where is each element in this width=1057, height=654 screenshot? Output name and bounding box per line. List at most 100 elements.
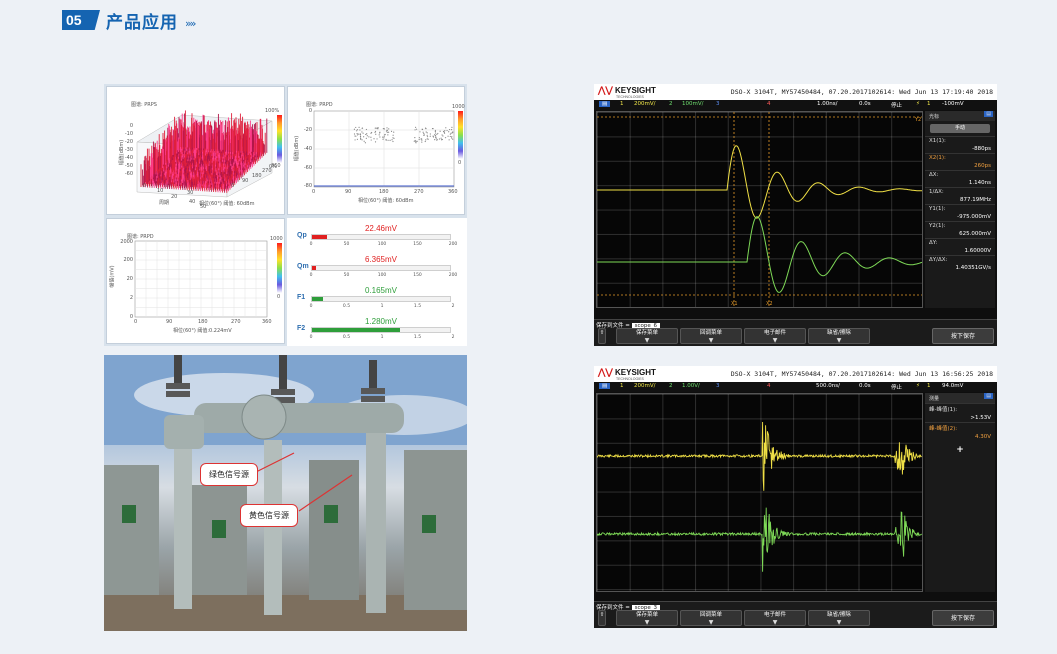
prps-xlabel: 相位(60°) 阈值: 60dBm — [199, 201, 255, 207]
gauge-fill — [312, 235, 328, 239]
scope-status-bar: ▤ 1 200mV/ 2 100mV/ 3 4 1.00ns/ 0.0s 停止 … — [594, 100, 997, 110]
prpd-point — [376, 138, 378, 140]
readout-value: 260ps — [974, 163, 991, 169]
prps-colorbar-max: 100% — [265, 108, 280, 114]
prpd-point — [356, 133, 358, 135]
add-measurement-button[interactable]: + — [925, 445, 995, 455]
gauge-tick: 1.5 — [413, 304, 422, 309]
prpd-point — [432, 135, 434, 137]
prps-xtick: 40 — [189, 199, 196, 205]
delay[interactable]: 0.0s — [859, 383, 871, 389]
prps-ytick: -60 — [124, 171, 133, 177]
scope-graticule — [596, 393, 923, 592]
prpd-point — [414, 139, 416, 142]
ch3-label[interactable]: 3 — [716, 101, 720, 107]
prpd-point — [443, 132, 446, 134]
cursor-y2-marker[interactable]: Y2 — [914, 117, 921, 123]
ch1-scale[interactable]: 200mV/ — [634, 383, 655, 389]
ch1-scale[interactable]: 200mV/ — [634, 101, 655, 107]
prpd2-xtick: 90 — [166, 319, 173, 325]
prpd-point — [393, 137, 395, 139]
gauge-bar — [311, 296, 451, 302]
menu-icon[interactable]: ▤ — [984, 111, 993, 117]
trigger-channel[interactable]: 1 — [927, 383, 931, 389]
trigger-level[interactable]: -100mV — [942, 101, 964, 107]
ch2-label[interactable]: 2 — [669, 101, 673, 107]
softkey-default-erase[interactable]: 缺省/擦除 ▼ — [808, 610, 870, 626]
prpd-point — [440, 137, 442, 139]
substation-photo: 绿色信号源 黄色信号源 — [104, 355, 467, 631]
delay[interactable]: 0.0s — [859, 101, 871, 107]
gauge-tick: 50 — [343, 273, 350, 278]
ch1-label[interactable]: 1 — [620, 101, 624, 107]
ch1-label[interactable]: 1 — [620, 383, 624, 389]
press-save-button[interactable]: 按下保存 — [932, 610, 994, 626]
softkey-label: 电子邮件 — [763, 612, 786, 618]
prpd-point — [424, 140, 426, 143]
prpd-point — [375, 133, 377, 135]
ch4-label[interactable]: 4 — [767, 383, 771, 389]
substation-scene — [104, 355, 467, 631]
softkey-save-menu[interactable]: 保存菜单 ▼ — [616, 610, 678, 626]
prpd-point — [424, 127, 427, 129]
ch2-scale[interactable]: 1.00V/ — [682, 383, 700, 389]
timebase[interactable]: 1.00ns/ — [817, 101, 837, 107]
gauge-value: 6.365mV — [364, 255, 398, 264]
prpd-point — [393, 131, 395, 133]
prpd-point — [451, 126, 453, 128]
prpd-point — [392, 137, 394, 139]
prps-chart: 图谱: PRPS 0 -10 -20 -30 -40 -50 -60 幅值(dB… — [106, 86, 285, 215]
prpd-point — [392, 134, 394, 136]
prpd2-ytick: 2000 — [120, 239, 133, 245]
prpd-point — [365, 133, 367, 136]
back-arrow-icon[interactable]: ⇧ — [598, 328, 606, 344]
menu-icon[interactable]: ▤ — [599, 383, 611, 389]
prpd-point — [389, 139, 391, 142]
scope-status-bar: ▤ 1 200mV/ 2 1.00V/ 3 4 500.0ns/ 0.0s 停止… — [594, 382, 997, 392]
ch3-label[interactable]: 3 — [716, 383, 720, 389]
scope-model-line: DSO-X 3104T, MY57450484, 07.20.201710261… — [730, 370, 993, 378]
prpd2-ytick: 2 — [129, 295, 133, 301]
prpd-point — [366, 135, 368, 137]
run-state[interactable]: 停止 — [891, 101, 902, 109]
softkey-default-erase[interactable]: 缺省/擦除 ▼ — [808, 328, 870, 344]
prpd-point — [356, 130, 358, 132]
readout-value: 4.30V — [974, 434, 991, 440]
timebase[interactable]: 500.0ns/ — [816, 383, 840, 389]
back-arrow-icon[interactable]: ⇧ — [598, 610, 606, 626]
prpd-point — [450, 137, 453, 139]
softkey-recall-menu[interactable]: 回调菜单 ▼ — [680, 610, 742, 626]
ch2-label[interactable]: 2 — [669, 383, 673, 389]
gauge-value: 1.280mV — [364, 317, 398, 326]
softkey-save-menu[interactable]: 保存菜单 ▼ — [616, 328, 678, 344]
softkey-label: 电子邮件 — [763, 330, 786, 336]
trigger-level[interactable]: 94.0mV — [942, 383, 963, 389]
softkey-email[interactable]: 电子邮件 ▼ — [744, 328, 806, 344]
prpd-point — [363, 136, 365, 138]
trigger-channel[interactable]: 1 — [927, 101, 931, 107]
ch4-label[interactable]: 4 — [767, 101, 771, 107]
side-title: 光标 — [929, 114, 940, 120]
pd-software-screenshot: 图谱: PRPS 0 -10 -20 -30 -40 -50 -60 幅值(dB… — [104, 84, 467, 346]
softkey-recall-menu[interactable]: 回调菜单 ▼ — [680, 328, 742, 344]
softkey-email[interactable]: 电子邮件 ▼ — [744, 610, 806, 626]
prpd-point — [416, 140, 418, 142]
prpd-colorbar — [458, 111, 463, 159]
menu-icon[interactable]: ▤ — [984, 393, 993, 399]
ch2-scale[interactable]: 100mV/ — [682, 101, 703, 107]
prpd-point — [355, 126, 357, 129]
run-state[interactable]: 停止 — [891, 383, 902, 391]
prpd-ytick: -60 — [303, 165, 312, 171]
cursor-x2-marker[interactable]: X2 — [766, 301, 773, 307]
measure-readouts: 峰-峰值(1): >1.53V 峰-峰值(2): 4.30V — [925, 403, 995, 441]
cursor-x1-marker[interactable]: X1 — [731, 301, 738, 307]
prpd-point — [422, 131, 424, 133]
manual-button[interactable]: 手动 — [930, 124, 990, 133]
prpd-point — [447, 135, 449, 137]
menu-icon[interactable]: ▤ — [599, 101, 611, 107]
prpd-point — [356, 134, 359, 136]
press-save-button[interactable]: 按下保存 — [932, 328, 994, 344]
prpd-point — [383, 128, 385, 130]
gauge-tick: 200 — [448, 273, 458, 278]
gauge-name: Qp — [297, 232, 307, 239]
